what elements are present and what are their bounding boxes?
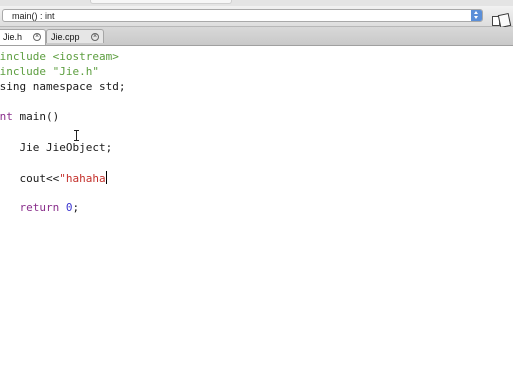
code-line[interactable]: Jie JieObject; — [0, 141, 112, 155]
code-line[interactable]: #include <iostream> — [0, 50, 119, 64]
code-token: cout — [19, 171, 47, 185]
toolbar-segment-edge — [90, 0, 232, 4]
code-token: #include <iostream> — [0, 50, 119, 63]
tab-bar: Jie.h × Jie.cpp × — [0, 27, 513, 46]
code-token: 0 — [65, 201, 73, 214]
code-token: << — [46, 171, 60, 185]
code-token: ; — [72, 201, 80, 214]
code-editor[interactable]: #include <iostream> #include "Jie.h" using… — [0, 46, 513, 382]
code-line[interactable]: using namespace std; — [0, 80, 125, 94]
code-token: return — [19, 201, 60, 214]
close-tab-icon[interactable]: × — [91, 33, 99, 41]
navigation-bar: main() : int — [0, 6, 513, 29]
tab-label: Jie.cpp — [51, 32, 80, 42]
code-line[interactable]: cout<<"hahaha — [0, 170, 107, 185]
ibeam-cursor-icon — [74, 130, 80, 141]
code-token: int — [0, 110, 13, 124]
text-caret — [105, 170, 107, 184]
code-token: main() — [12, 110, 60, 124]
code-token: #include "Jie.h" — [0, 65, 99, 79]
code-line[interactable]: return 0; — [0, 201, 80, 215]
code-line[interactable]: #include "Jie.h" — [0, 65, 99, 79]
function-selector-label: main() : int — [12, 11, 55, 21]
tab-label: Jie.h — [3, 32, 23, 42]
up-down-arrows-icon[interactable] — [471, 10, 482, 21]
document-stack-icon — [497, 12, 512, 29]
code-token: "hahaha — [59, 171, 106, 185]
code-line[interactable]: int main() — [0, 110, 59, 124]
tab-jie-h[interactable]: Jie.h × — [0, 29, 46, 45]
close-tab-icon[interactable]: × — [33, 33, 41, 41]
code-token: Jie JieObject; — [0, 140, 113, 154]
function-selector[interactable]: main() : int — [2, 9, 483, 22]
code-token: using namespace std; — [0, 80, 126, 94]
tab-jie-cpp[interactable]: Jie.cpp × — [46, 29, 104, 43]
